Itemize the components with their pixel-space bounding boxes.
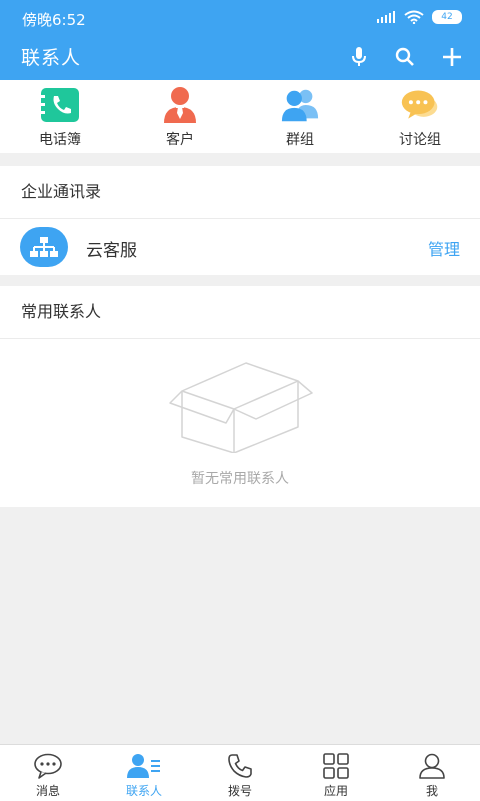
bottom-tab-bar: 消息 联系人 拨号 应用 我 xyxy=(0,744,480,801)
tab-dial[interactable]: 拨号 xyxy=(192,745,288,801)
tab-me[interactable]: 我 xyxy=(384,745,480,801)
app-header: 联系人 xyxy=(0,34,480,80)
customer-icon xyxy=(160,86,200,124)
tab-label: 应用 xyxy=(323,784,348,798)
group-icon xyxy=(280,86,320,124)
microphone-icon[interactable] xyxy=(346,44,372,70)
search-icon[interactable] xyxy=(392,44,418,70)
chat-bubble-icon xyxy=(33,752,63,780)
section-title: 企业通讯录 xyxy=(0,166,480,219)
phonebook-icon xyxy=(40,86,80,124)
quick-label: 讨论组 xyxy=(399,132,441,148)
empty-state: 暂无常用联系人 xyxy=(0,339,480,507)
add-icon[interactable] xyxy=(439,44,465,70)
frequent-contacts-section: 常用联系人 暂无常用联系人 xyxy=(0,286,480,507)
tab-label: 我 xyxy=(425,784,438,798)
contacts-icon xyxy=(127,752,161,780)
quick-label: 群组 xyxy=(286,132,314,148)
status-time: 傍晚6:52 xyxy=(22,11,86,29)
quick-label: 电话簿 xyxy=(39,132,81,148)
page-title: 联系人 xyxy=(21,47,82,69)
tab-apps[interactable]: 应用 xyxy=(288,745,384,801)
list-item-cloud-service[interactable]: 云客服 管理 xyxy=(0,219,480,275)
discussion-icon xyxy=(400,86,440,124)
quick-group[interactable]: 群组 xyxy=(240,80,360,153)
wifi-icon xyxy=(404,10,424,24)
quick-label: 客户 xyxy=(166,132,194,148)
quick-phonebook[interactable]: 电话簿 xyxy=(0,80,120,153)
status-icons: 42 xyxy=(376,10,462,24)
enterprise-directory-section: 企业通讯录 云客服 管理 xyxy=(0,166,480,275)
list-item-label: 云客服 xyxy=(86,241,137,261)
tab-label: 联系人 xyxy=(125,784,162,798)
manage-link[interactable]: 管理 xyxy=(428,236,460,260)
tab-contacts[interactable]: 联系人 xyxy=(96,745,192,801)
org-chart-icon xyxy=(20,227,68,267)
signal-icon xyxy=(377,11,395,23)
tab-label: 拨号 xyxy=(227,784,252,798)
empty-state-text: 暂无常用联系人 xyxy=(191,471,289,487)
quick-access-bar: 电话簿 客户 群组 讨论组 xyxy=(0,80,480,153)
empty-box-icon xyxy=(169,362,313,453)
battery-indicator: 42 xyxy=(432,10,462,24)
section-title: 常用联系人 xyxy=(0,286,480,339)
quick-discussion[interactable]: 讨论组 xyxy=(360,80,480,153)
tab-label: 消息 xyxy=(35,784,60,798)
tab-messages[interactable]: 消息 xyxy=(0,745,96,801)
status-bar: 傍晚6:52 42 xyxy=(0,0,480,34)
apps-grid-icon xyxy=(323,752,349,780)
quick-customer[interactable]: 客户 xyxy=(120,80,240,153)
person-icon xyxy=(418,752,446,780)
phone-icon xyxy=(227,752,253,780)
